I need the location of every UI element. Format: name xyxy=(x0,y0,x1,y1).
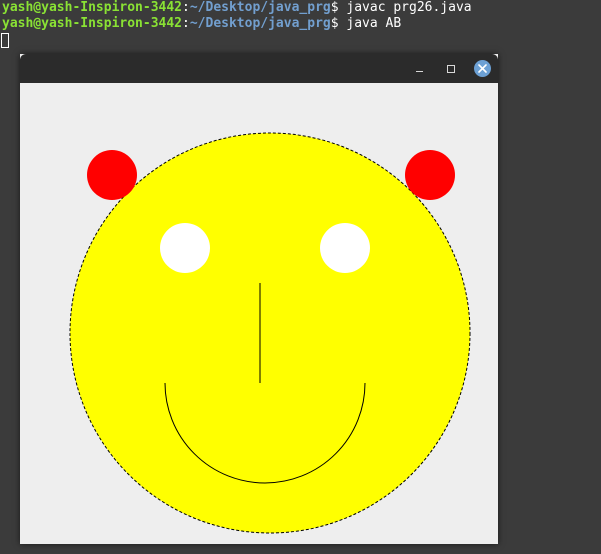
minimize-button[interactable] xyxy=(410,59,429,78)
terminal-separator: : xyxy=(182,0,190,15)
java-applet-window[interactable] xyxy=(20,54,498,544)
terminal-line: yash@yash-Inspiron-3442:~/Desktop/java_p… xyxy=(2,0,472,16)
terminal-separator: : xyxy=(182,16,190,31)
right-ear-circle xyxy=(405,150,455,200)
minimize-icon xyxy=(416,71,423,72)
close-button[interactable] xyxy=(473,59,492,78)
window-titlebar[interactable] xyxy=(20,54,498,83)
maximize-button[interactable] xyxy=(441,59,460,78)
terminal-prompt: $ xyxy=(330,16,347,31)
close-icon xyxy=(474,60,491,77)
terminal-command: java AB xyxy=(346,16,402,31)
left-ear-circle xyxy=(87,150,137,200)
terminal-prompt: $ xyxy=(330,0,347,15)
right-eye-circle xyxy=(320,223,370,273)
terminal-path: ~/Desktop/java_prg xyxy=(189,16,331,31)
drawing-canvas xyxy=(20,83,498,544)
terminal-path: ~/Desktop/java_prg xyxy=(189,0,331,15)
face-circle xyxy=(69,132,471,534)
terminal-cursor xyxy=(1,33,9,48)
left-eye-circle xyxy=(160,223,210,273)
maximize-icon xyxy=(446,64,455,73)
terminal-line: yash@yash-Inspiron-3442:~/Desktop/java_p… xyxy=(2,16,401,32)
smiley-drawing xyxy=(69,132,471,534)
terminal-user-host: yash@yash-Inspiron-3442 xyxy=(2,0,183,15)
terminal-command: javac prg26.java xyxy=(346,0,472,15)
terminal-user-host: yash@yash-Inspiron-3442 xyxy=(2,16,183,31)
